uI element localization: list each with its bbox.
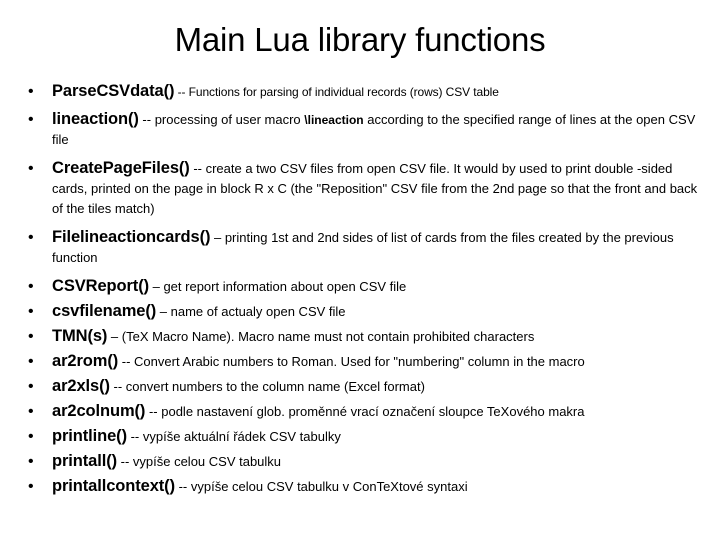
function-name: CSVReport() — [52, 277, 149, 295]
list-item: • ParseCSVdata() -- Functions for parsin… — [14, 81, 706, 102]
separator: -- — [174, 479, 191, 494]
list-item: • lineaction() -- processing of user mac… — [14, 109, 706, 150]
separator: – — [156, 304, 171, 319]
function-description: get report information about open CSV fi… — [163, 279, 407, 294]
list-item: • printall() -- vypíše celou CSV tabulku — [14, 451, 706, 472]
bullet-icon: • — [28, 378, 34, 395]
function-name: printallcontext() — [52, 477, 175, 495]
list-item: • ar2rom() -- Convert Arabic numbers to … — [14, 351, 706, 372]
function-description: Functions for parsing of individual reco… — [188, 85, 499, 99]
separator: -- — [126, 429, 143, 444]
separator: -- — [109, 379, 126, 394]
function-name: CreatePageFiles() — [52, 159, 190, 177]
separator: – — [107, 329, 122, 344]
list-item-text: ar2colnum() -- podle nastavení glob. pro… — [52, 401, 706, 422]
separator: -- — [118, 354, 135, 369]
separator: -- — [145, 404, 162, 419]
list-item: • ar2xls() -- convert numbers to the col… — [14, 376, 706, 397]
list-item: • CSVReport() – get report information a… — [14, 276, 706, 297]
function-description: vypíše celou CSV tabulku v ConTeXtové sy… — [190, 479, 468, 494]
list-item: • printallcontext() -- vypíše celou CSV … — [14, 476, 706, 497]
function-name: ar2colnum() — [52, 402, 146, 420]
bullet-icon: • — [28, 328, 34, 345]
list-item: • TMN(s) – (TeX Macro Name). Macro name … — [14, 326, 706, 347]
list-item-text: printline() -- vypíše aktuální řádek CSV… — [52, 426, 706, 447]
separator: -- — [138, 112, 155, 127]
page-title: Main Lua library functions — [174, 21, 546, 58]
separator: -- — [174, 85, 189, 99]
function-name: csvfilename() — [52, 302, 157, 320]
function-name: ar2xls() — [52, 377, 110, 395]
function-name: Filelineactioncards() — [52, 228, 211, 246]
function-name: ParseCSVdata() — [52, 82, 175, 100]
function-description: convert numbers to the column name (Exce… — [125, 379, 425, 394]
function-name: ar2rom() — [52, 352, 119, 370]
list-item-text: CreatePageFiles() -- create a two CSV fi… — [52, 158, 706, 219]
list-item-text: ParseCSVdata() -- Functions for parsing … — [52, 81, 706, 102]
list-item-text: ar2rom() -- Convert Arabic numbers to Ro… — [52, 351, 706, 372]
function-name: TMN(s) — [52, 327, 108, 345]
list-item-text: Filelineactioncards() – printing 1st and… — [52, 227, 706, 268]
function-description: Convert Arabic numbers to Roman. Used fo… — [134, 354, 585, 369]
function-name: lineaction() — [52, 110, 139, 128]
list-item: • printline() -- vypíše aktuální řádek C… — [14, 426, 706, 447]
list-item-text: lineaction() -- processing of user macro… — [52, 109, 706, 150]
separator: – — [210, 230, 225, 245]
list-item: • Filelineactioncards() – printing 1st a… — [14, 227, 706, 268]
macro-name: \lineaction — [304, 113, 364, 127]
separator: -- — [189, 161, 206, 176]
function-list: • ParseCSVdata() -- Functions for parsin… — [14, 81, 706, 497]
list-item-text: TMN(s) – (TeX Macro Name). Macro name mu… — [52, 326, 706, 347]
bullet-icon: • — [28, 403, 34, 420]
list-item-text: CSVReport() – get report information abo… — [52, 276, 706, 297]
function-description: podle nastavení glob. proměnné vrací ozn… — [161, 404, 585, 419]
separator: – — [148, 279, 164, 294]
bullet-icon: • — [28, 303, 34, 320]
list-item: • CreatePageFiles() -- create a two CSV … — [14, 158, 706, 219]
list-item-text: printall() -- vypíše celou CSV tabulku — [52, 451, 706, 472]
list-item-text: csvfilename() – name of actualy open CSV… — [52, 301, 706, 322]
bullet-icon: • — [28, 160, 34, 177]
separator: -- — [117, 454, 133, 469]
function-description-pre: processing of user macro — [154, 112, 305, 127]
function-description: vypíše celou CSV tabulku — [132, 454, 282, 469]
list-item: • csvfilename() – name of actualy open C… — [14, 301, 706, 322]
bullet-icon: • — [28, 111, 34, 128]
bullet-icon: • — [28, 278, 34, 295]
function-description: name of actualy open CSV file — [170, 304, 346, 319]
bullet-icon: • — [28, 229, 34, 246]
bullet-icon: • — [28, 353, 34, 370]
function-name: printline() — [52, 427, 127, 445]
function-name: printall() — [52, 452, 117, 470]
function-description: vypíše aktuální řádek CSV tabulky — [142, 429, 341, 444]
bullet-icon: • — [28, 428, 34, 445]
list-item: • ar2colnum() -- podle nastavení glob. p… — [14, 401, 706, 422]
list-item-text: ar2xls() -- convert numbers to the colum… — [52, 376, 706, 397]
bullet-icon: • — [28, 83, 34, 100]
bullet-icon: • — [28, 478, 34, 495]
bullet-icon: • — [28, 453, 34, 470]
function-description: (TeX Macro Name). Macro name must not co… — [121, 329, 535, 344]
slide-root: Main Lua library functions • ParseCSVdat… — [0, 0, 720, 540]
list-item-text: printallcontext() -- vypíše celou CSV ta… — [52, 476, 706, 497]
